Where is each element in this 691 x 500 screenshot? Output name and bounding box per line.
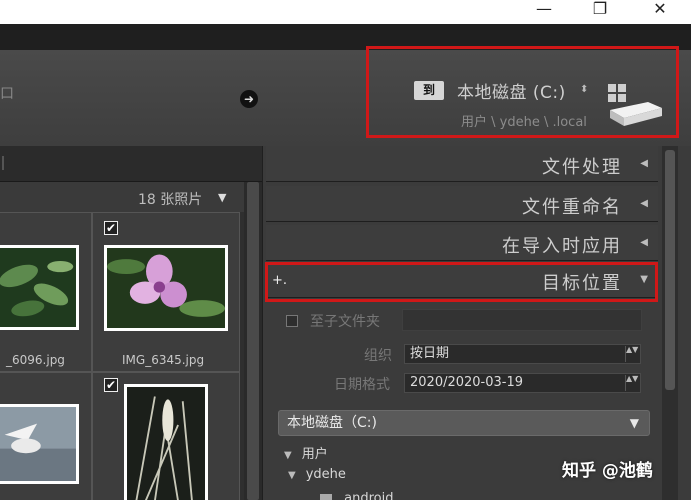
photo-thumbnail-grass[interactable] (124, 384, 208, 500)
destination-disk-name[interactable]: 本地磁盘 (C:) (457, 78, 566, 103)
plus-icon[interactable]: +. (272, 273, 287, 288)
file-name: IMG_6345.jpg (122, 353, 205, 367)
spinner-icon: ▲▼ (625, 346, 638, 362)
collapse-arrow-icon: ◀ (640, 198, 648, 209)
folder-icon (320, 494, 332, 500)
folder-label: .android (340, 491, 394, 500)
to-badge: 到 (414, 81, 444, 100)
destination-path: 用户 \ ydehe \ .local (461, 115, 587, 130)
subfolder-input[interactable] (402, 309, 642, 331)
arrow-right-icon[interactable]: ➜ (240, 90, 258, 108)
section-label: 在导入时应用 (502, 236, 622, 257)
section-apply-during-import[interactable]: 在导入时应用 ◀ (266, 225, 658, 261)
organize-value: 按日期 (410, 346, 450, 361)
section-label: 文件处理 (542, 157, 622, 178)
date-format-select[interactable]: 2020/2020-03-19 ▲▼ (404, 373, 641, 393)
date-format-label: 日期格式 (334, 377, 390, 393)
organize-label: 组织 (364, 348, 392, 364)
grid-toolbar (0, 146, 262, 182)
folder-tree-item[interactable]: ▼ ydehe (288, 467, 346, 482)
volume-select[interactable]: 本地磁盘（C:) ▼ (278, 410, 650, 436)
photo-checkbox[interactable]: ✔ (104, 378, 118, 392)
watermark: 知乎 @池鹤 (562, 461, 653, 481)
collapse-arrow-icon: ◀ (640, 158, 648, 169)
disk-updown-icon[interactable]: ⬍ (580, 84, 588, 95)
close-button[interactable]: ✕ (640, 0, 680, 22)
photo-thumbnail-bird[interactable] (0, 404, 79, 484)
grid-scrollbar[interactable] (244, 182, 262, 500)
hard-drive-icon (608, 84, 662, 126)
collapse-arrow-icon: ◀ (640, 237, 648, 248)
maximize-button[interactable]: ❐ (580, 0, 620, 22)
section-file-rename[interactable]: 文件重命名 ◀ (266, 186, 658, 222)
subfolder-checkbox[interactable] (286, 315, 298, 327)
volume-value: 本地磁盘（C:) (287, 415, 377, 431)
photo-thumbnail-leaves[interactable] (0, 245, 79, 330)
destination-section-highlight (265, 262, 658, 302)
folder-tree-item[interactable]: .android (320, 491, 393, 500)
section-file-handling[interactable]: 文件处理 ◀ (266, 146, 658, 182)
expand-arrow-icon[interactable]: ▼ (288, 470, 296, 481)
section-label: 文件重命名 (522, 197, 622, 218)
minimize-button[interactable]: — (524, 0, 564, 22)
photo-count-dropdown-icon[interactable]: ▼ (218, 191, 226, 204)
spinner-icon: ▲▼ (625, 375, 638, 391)
expand-arrow-icon[interactable]: ▼ (284, 450, 292, 461)
photo-count: 18 张照片 (138, 192, 203, 208)
folder-label: ydehe (305, 467, 346, 482)
organize-select[interactable]: 按日期 ▲▼ (404, 344, 641, 364)
panel-scrollbar[interactable] (662, 146, 678, 500)
folder-tree-item[interactable]: ▼ 用户 (284, 443, 328, 462)
window-titlebar: — ❐ ✕ (0, 0, 691, 24)
photo-thumbnail-flower[interactable] (104, 245, 228, 331)
subfolder-label: 至子文件夹 (310, 314, 380, 330)
photo-checkbox[interactable]: ✔ (104, 221, 118, 235)
header-left-edge: 口 (0, 87, 14, 112)
chevron-down-icon: ▼ (629, 416, 639, 430)
file-name: _6096.jpg (6, 353, 65, 367)
date-format-value: 2020/2020-03-19 (410, 375, 524, 390)
folder-label: 用户 (301, 447, 328, 462)
